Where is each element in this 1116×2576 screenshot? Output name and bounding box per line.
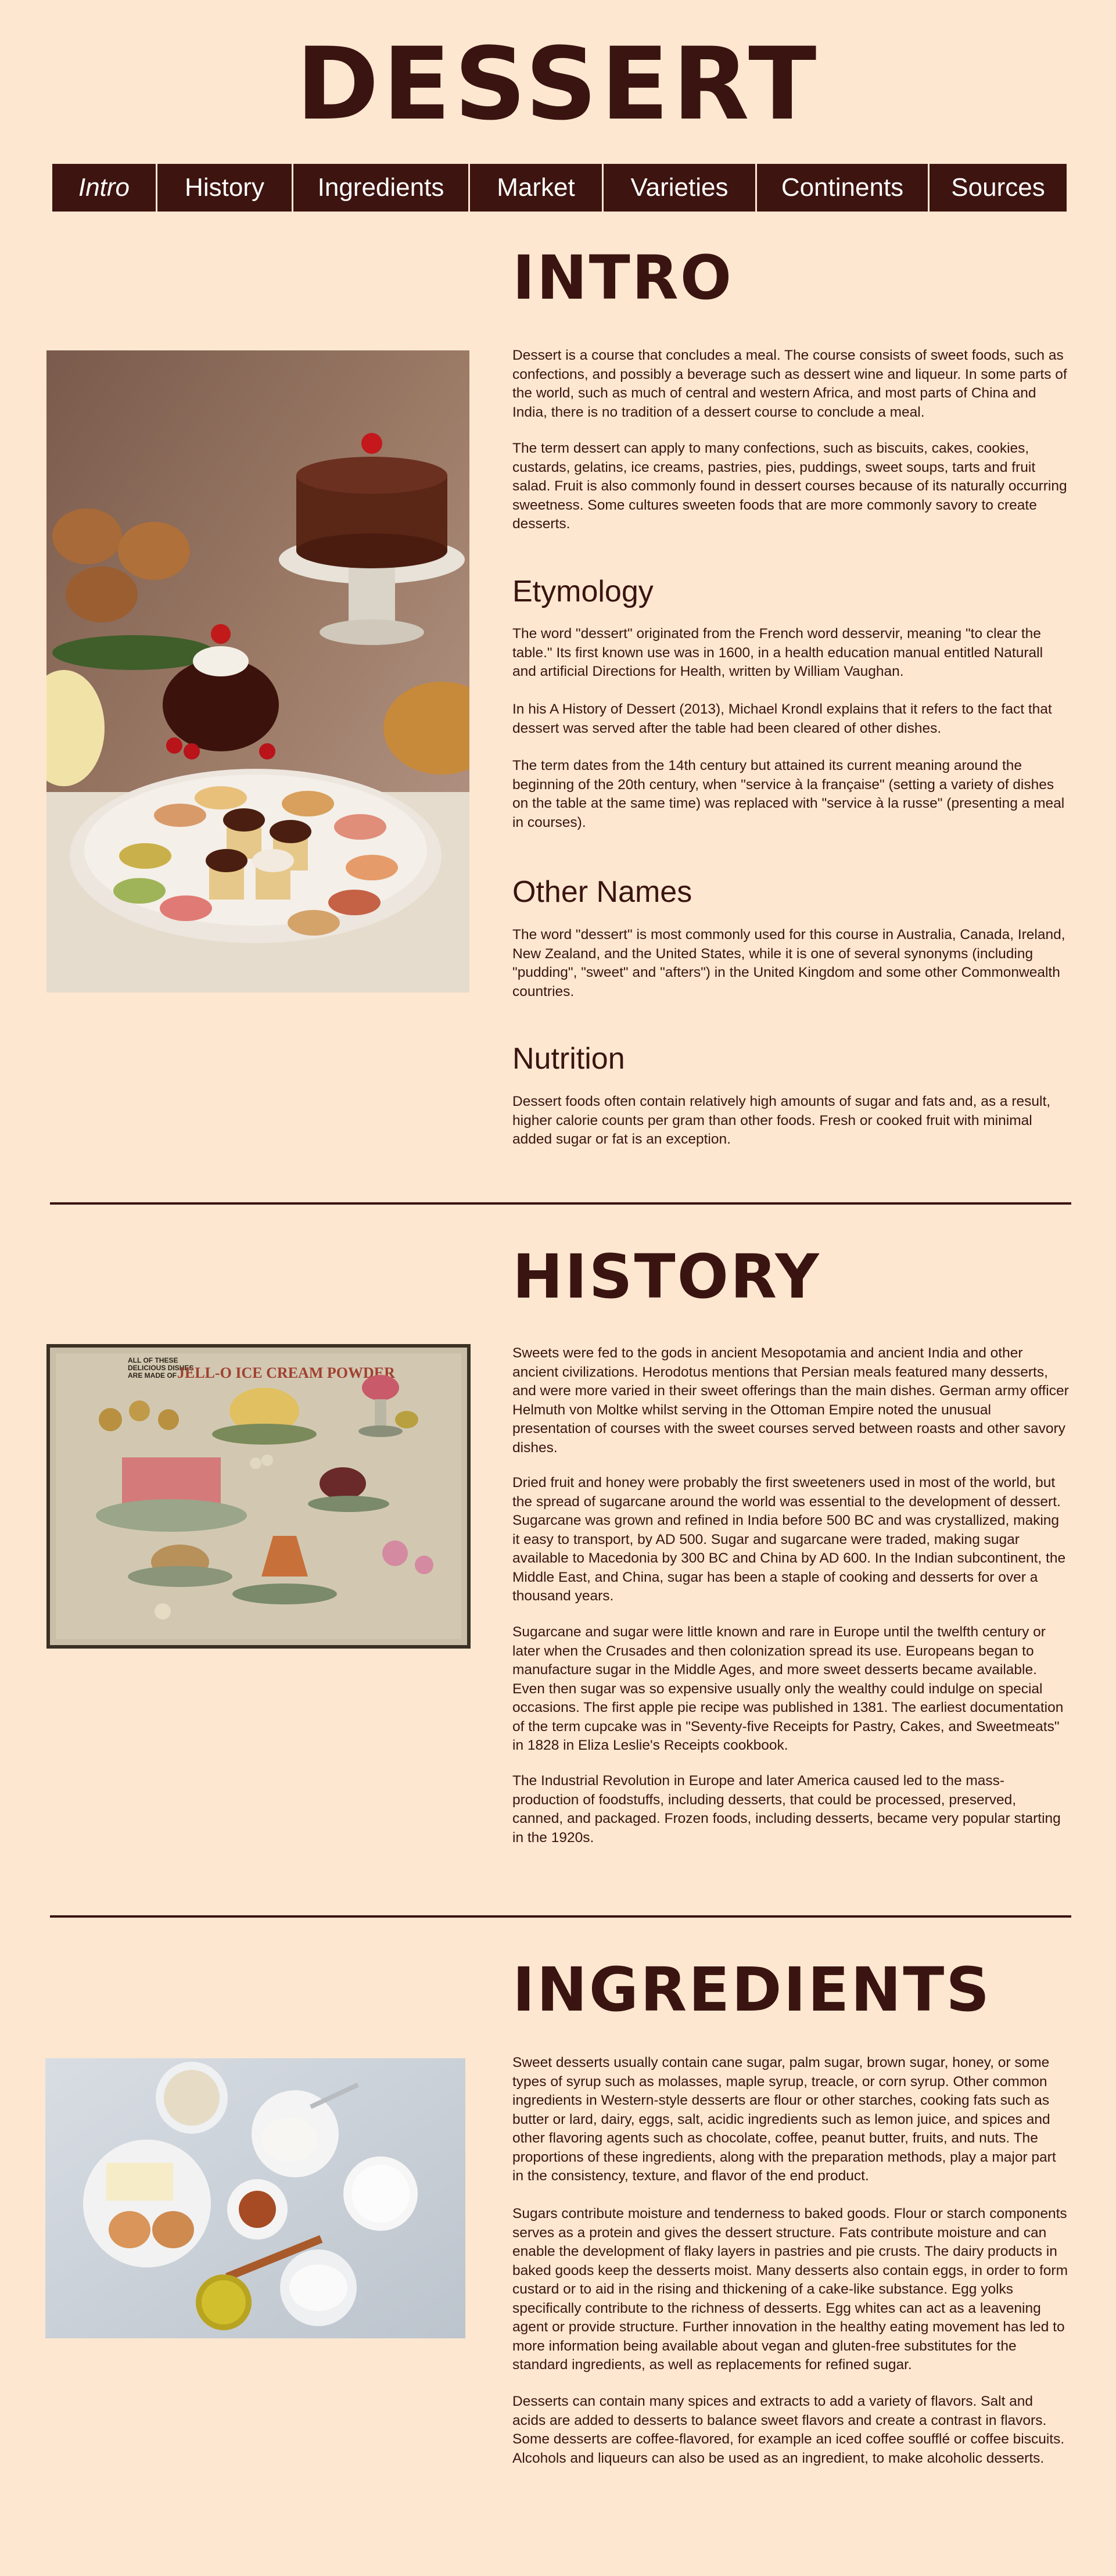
- etymology-paragraph: In his A History of Dessert (2013), Mich…: [512, 701, 1052, 736]
- ingredients-paragraph: Desserts can contain many spices and ext…: [512, 2394, 1065, 2466]
- etymology-title: Etymology: [512, 575, 654, 608]
- poster-brand: JELL-O ICE CREAM POWDER: [177, 1364, 395, 1381]
- nav-item-history[interactable]: History: [157, 164, 293, 212]
- section-divider: [50, 1915, 1071, 1918]
- nav-item-sources[interactable]: Sources: [930, 164, 1067, 212]
- history-paragraph: The Industrial Revolution in Europe and …: [512, 1773, 1061, 1846]
- nav-item-intro[interactable]: Intro: [52, 164, 157, 212]
- etymology-paragraph: The term dates from the 14th century but…: [512, 758, 1065, 830]
- nutrition-title: Nutrition: [512, 1042, 625, 1076]
- other-names-title: Other Names: [512, 875, 692, 909]
- nav-item-market[interactable]: Market: [470, 164, 604, 212]
- section-divider: [50, 1202, 1071, 1205]
- nav-item-ingredients[interactable]: Ingredients: [293, 164, 470, 212]
- ingredients-photo: [45, 2058, 465, 2338]
- nav-item-varieties[interactable]: Varieties: [604, 164, 757, 212]
- jello-ice-cream-powder-poster: ALL OF THESE DELICIOUS DISHES ARE MADE O…: [46, 1344, 471, 1649]
- main-nav: Intro History Ingredients Market Varieti…: [52, 164, 1067, 212]
- nav-item-continents[interactable]: Continents: [757, 164, 930, 212]
- etymology-paragraph: The word "dessert" originated from the F…: [512, 626, 1043, 679]
- poster-line-3: ARE MADE OF: [128, 1371, 177, 1380]
- dessert-table-photo: [46, 350, 469, 993]
- intro-paragraph: Dessert is a course that concludes a mea…: [512, 347, 1067, 420]
- nutrition-paragraph: Dessert foods often contain relatively h…: [512, 1094, 1051, 1147]
- history-paragraph: Sugarcane and sugar were little known an…: [512, 1624, 1064, 1753]
- site-title: DESSERT: [296, 26, 820, 142]
- poster-line-1: ALL OF THESE: [128, 1356, 178, 1364]
- history-title: HISTORY: [512, 1241, 821, 1312]
- other-names-paragraph: The word "dessert" is most commonly used…: [512, 927, 1065, 999]
- ingredients-paragraph: Sugars contribute moisture and tendernes…: [512, 2206, 1068, 2373]
- history-paragraph: Dried fruit and honey were probably the …: [512, 1475, 1066, 1604]
- history-paragraph: Sweets were fed to the gods in ancient M…: [512, 1345, 1069, 1456]
- ingredients-paragraph: Sweet desserts usually contain cane suga…: [512, 2055, 1056, 2184]
- intro-title: INTRO: [512, 242, 734, 313]
- ingredients-title: INGREDIENTS: [512, 1954, 992, 2025]
- intro-paragraph: The term dessert can apply to many confe…: [512, 440, 1067, 532]
